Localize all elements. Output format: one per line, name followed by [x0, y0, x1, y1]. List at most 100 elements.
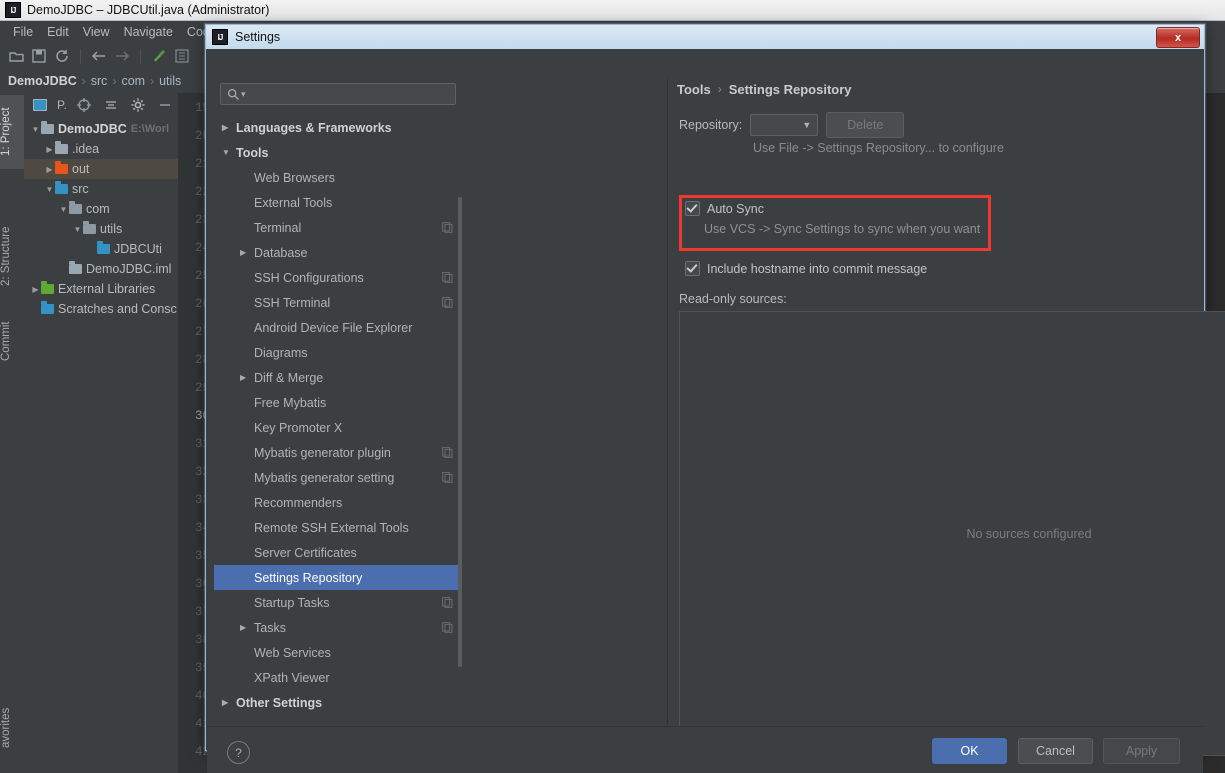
search-input[interactable]: ▾ [220, 83, 456, 105]
settings-tree-item-settings-repository[interactable]: Settings Repository [214, 565, 462, 590]
project-tree-row[interactable]: ▶ External Libraries [24, 279, 178, 299]
breadcrumb-com[interactable]: com [121, 74, 145, 88]
close-icon[interactable]: x [1156, 27, 1200, 48]
settings-tree-item-label: Database [254, 245, 308, 260]
cancel-button[interactable]: Cancel [1018, 738, 1093, 764]
settings-tree-item-web-services[interactable]: Web Services [214, 640, 462, 665]
settings-tree-item-mybatis-generator-setting[interactable]: Mybatis generator setting [214, 465, 462, 490]
project-select-label[interactable]: P. [57, 98, 67, 112]
tree-twisty-icon[interactable]: ▶ [44, 165, 55, 174]
include-hostname-checkbox[interactable] [685, 261, 700, 276]
project-tree-row[interactable]: ▼ com [24, 199, 178, 219]
tool-tab-commit[interactable]: Commit [0, 308, 24, 374]
folder-icon [55, 181, 68, 194]
tree-twisty-icon[interactable]: ▼ [222, 148, 236, 157]
search-icon [227, 88, 239, 100]
settings-tree-scrollbar[interactable] [458, 197, 462, 667]
settings-tree-item-label: Recommenders [254, 495, 343, 510]
settings-tree-item-label: Other Settings [236, 695, 323, 710]
hide-icon[interactable] [155, 95, 175, 115]
menu-navigate[interactable]: Navigate [117, 23, 180, 41]
project-tree-row[interactable]: ▶ .idea [24, 139, 178, 159]
settings-tree-item-xpath-viewer[interactable]: XPath Viewer [214, 665, 462, 690]
repository-select[interactable]: ▼ [750, 114, 819, 136]
readonly-sources-list[interactable]: No sources configured [679, 311, 1225, 756]
settings-tree-item-external-tools[interactable]: External Tools [214, 190, 462, 215]
settings-tree-item-ssh-configurations[interactable]: SSH Configurations [214, 265, 462, 290]
settings-tree-item-startup-tasks[interactable]: Startup Tasks [214, 590, 462, 615]
tree-twisty-icon[interactable]: ▶ [222, 698, 236, 707]
tree-twisty-icon[interactable]: ▶ [240, 623, 254, 632]
project-tree-row[interactable]: ▼ src [24, 179, 178, 199]
tree-twisty-icon[interactable]: ▼ [44, 185, 55, 194]
project-view-icon[interactable] [30, 95, 50, 115]
settings-tree-item-database[interactable]: ▶ Database [214, 240, 462, 265]
tree-twisty-icon[interactable]: ▶ [240, 248, 254, 257]
tree-twisty-icon[interactable]: ▶ [30, 285, 41, 294]
menu-edit[interactable]: Edit [40, 23, 76, 41]
include-hostname-checkbox-row[interactable]: Include hostname into commit message [685, 261, 927, 276]
pane-divider [667, 79, 668, 725]
settings-tree-item-mybatis-generator-plugin[interactable]: Mybatis generator plugin [214, 440, 462, 465]
build-hammer-icon[interactable] [149, 46, 169, 66]
breadcrumb-utils[interactable]: utils [159, 74, 181, 88]
project-tree-row[interactable]: ▼ DemoJDBC E:\Worl [24, 119, 178, 139]
settings-tree-item-tools[interactable]: ▼ Tools [214, 140, 462, 165]
readonly-sources-label: Read-only sources: [679, 292, 787, 306]
project-tree-row[interactable]: ▶ out [24, 159, 178, 179]
auto-sync-checkbox[interactable] [685, 201, 700, 216]
settings-tree-item-terminal[interactable]: Terminal [214, 215, 462, 240]
settings-gear-icon[interactable] [128, 95, 148, 115]
repository-row: Repository: ▼ Delete [679, 112, 905, 138]
settings-tree-item-tasks[interactable]: ▶ Tasks [214, 615, 462, 640]
tool-tab-structure[interactable]: 2: Structure [0, 211, 24, 301]
back-arrow-icon[interactable] [89, 46, 109, 66]
project-tree-row[interactable]: DemoJDBC.iml [24, 259, 178, 279]
folder-icon [55, 161, 68, 174]
settings-tree-item-remote-ssh-external-tools[interactable]: Remote SSH External Tools [214, 515, 462, 540]
locate-icon[interactable] [74, 95, 94, 115]
help-button[interactable]: ? [227, 741, 250, 764]
sync-icon[interactable] [52, 46, 72, 66]
tree-twisty-icon[interactable]: ▶ [222, 123, 236, 132]
collapse-all-icon[interactable] [101, 95, 121, 115]
project-tree-row-label: out [72, 162, 90, 176]
settings-tree-item-diagrams[interactable]: Diagrams [214, 340, 462, 365]
settings-tree-item-web-browsers[interactable]: Web Browsers [214, 165, 462, 190]
menu-view[interactable]: View [76, 23, 117, 41]
tree-twisty-icon[interactable]: ▶ [44, 145, 55, 154]
tree-twisty-icon[interactable]: ▼ [58, 205, 69, 214]
settings-tree-item-ssh-terminal[interactable]: SSH Terminal [214, 290, 462, 315]
forward-arrow-icon[interactable] [112, 46, 132, 66]
delete-button[interactable]: Delete [826, 112, 905, 138]
project-tree-row[interactable]: ▼ utils [24, 219, 178, 239]
tree-twisty-icon[interactable]: ▼ [72, 225, 83, 234]
apply-button[interactable]: Apply [1103, 738, 1180, 764]
settings-tree-item-server-certificates[interactable]: Server Certificates [214, 540, 462, 565]
settings-tree-item-key-promoter-x[interactable]: Key Promoter X [214, 415, 462, 440]
tree-twisty-icon[interactable]: ▶ [240, 373, 254, 382]
open-folder-icon[interactable] [6, 46, 26, 66]
settings-tree-item-recommenders[interactable]: Recommenders [214, 490, 462, 515]
settings-dialog: IJ Settings x ▾ ▶ Languages & Frameworks ▼… [205, 24, 1225, 773]
save-icon[interactable] [29, 46, 49, 66]
settings-tree-item-diff-merge[interactable]: ▶ Diff & Merge [214, 365, 462, 390]
project-tree-row-label: DemoJDBC [58, 122, 127, 136]
settings-tree-item-android-device-file-explorer[interactable]: Android Device File Explorer [214, 315, 462, 340]
search-dropdown-icon[interactable]: ▾ [241, 89, 246, 100]
breadcrumb-demojdbc[interactable]: DemoJDBC [8, 74, 77, 88]
tool-tab-favorites[interactable]: avorites [0, 693, 24, 763]
menu-file[interactable]: File [6, 23, 40, 41]
ok-button[interactable]: OK [932, 738, 1007, 764]
settings-tree-item-free-mybatis[interactable]: Free Mybatis [214, 390, 462, 415]
toolbar-divider-1 [80, 48, 81, 64]
breadcrumb-src[interactable]: src [91, 74, 108, 88]
settings-tree-item-languages-frameworks[interactable]: ▶ Languages & Frameworks [214, 115, 462, 140]
settings-tree-item-other-settings[interactable]: ▶ Other Settings [214, 690, 462, 715]
tool-tab-project[interactable]: 1: Project [0, 95, 24, 169]
project-tree-row[interactable]: JDBCUti [24, 239, 178, 259]
tree-twisty-icon[interactable]: ▼ [30, 125, 41, 134]
panel-icon[interactable] [172, 46, 192, 66]
auto-sync-checkbox-row[interactable]: Auto Sync [685, 201, 764, 216]
project-tree-row[interactable]: Scratches and Consc [24, 299, 178, 319]
